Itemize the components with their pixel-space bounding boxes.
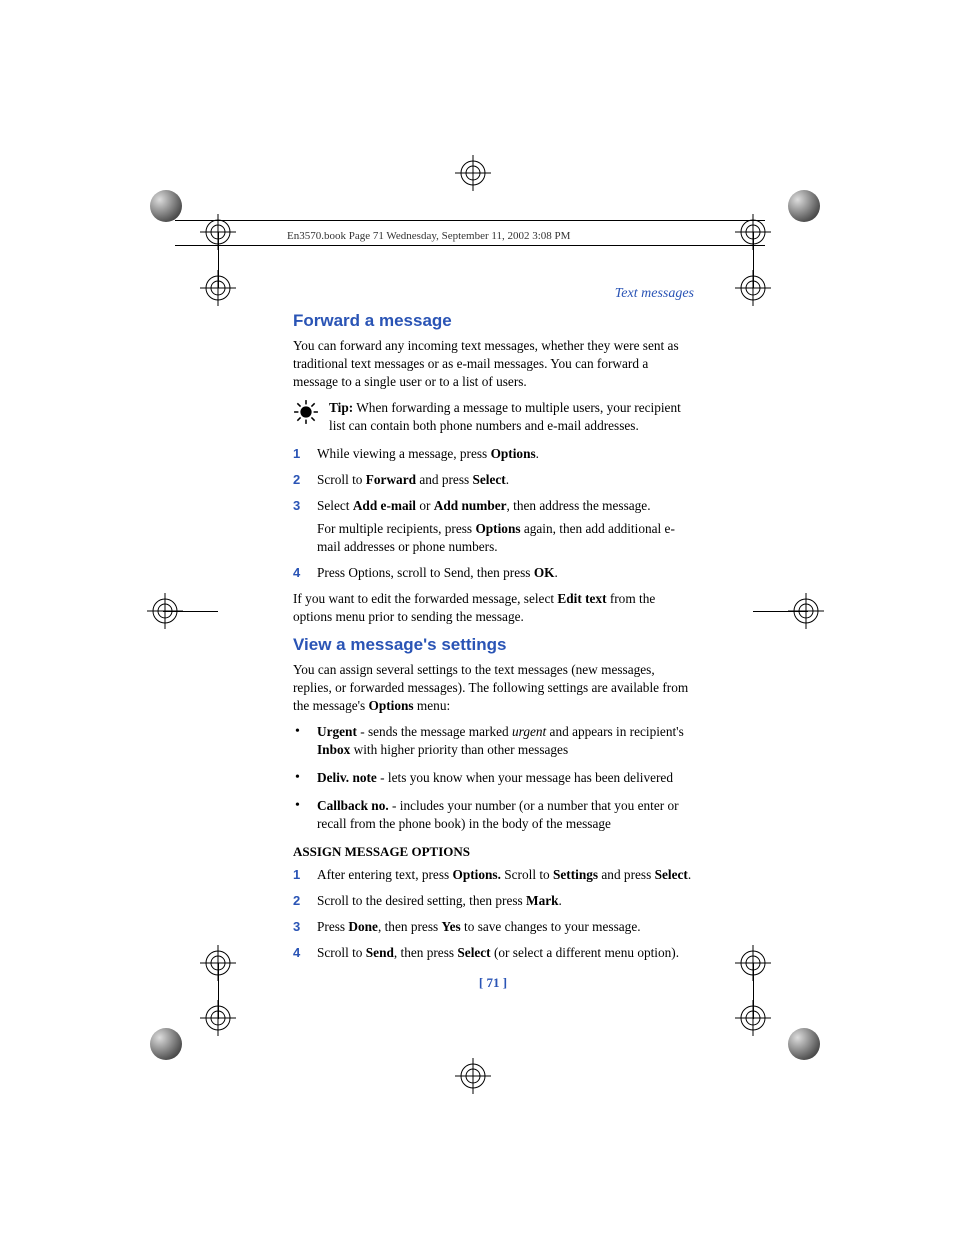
- crop-line: [218, 963, 219, 1019]
- step-number: 4: [293, 564, 300, 582]
- print-header-text: En3570.book Page 71 Wednesday, September…: [287, 230, 570, 242]
- step-number: 1: [293, 866, 300, 884]
- crop-line: [753, 232, 754, 288]
- page-content: Forward a message You can forward any in…: [293, 310, 693, 991]
- step-number: 2: [293, 892, 300, 910]
- forward-step-4: 4 Press Options, scroll to Send, then pr…: [293, 564, 693, 582]
- forward-intro: You can forward any incoming text messag…: [293, 337, 693, 391]
- forward-step-1: 1 While viewing a message, press Options…: [293, 445, 693, 463]
- header-rule-bottom: [175, 245, 765, 246]
- crop-sphere-icon: [788, 1028, 820, 1060]
- step-number: 3: [293, 497, 300, 515]
- registration-mark-icon: [455, 1058, 491, 1094]
- heading-forward: Forward a message: [293, 310, 693, 333]
- header-rule-top: [175, 220, 765, 221]
- registration-mark-icon: [455, 155, 491, 191]
- crop-line: [753, 963, 754, 1019]
- step-number: 1: [293, 445, 300, 463]
- tip-block: Tip: When forwarding a message to multip…: [293, 399, 693, 435]
- crop-sphere-icon: [150, 190, 182, 222]
- crop-sphere-icon: [150, 1028, 182, 1060]
- forward-step-3: 3 Select Add e-mail or Add number, then …: [293, 497, 693, 557]
- lightbulb-icon: [293, 399, 319, 425]
- tip-text: Tip: When forwarding a message to multip…: [329, 399, 693, 435]
- crop-line: [218, 232, 219, 288]
- crop-line: [753, 611, 808, 612]
- bullet-urgent: Urgent - sends the message marked urgent…: [293, 723, 693, 759]
- step-number: 2: [293, 471, 300, 489]
- crop-sphere-icon: [788, 190, 820, 222]
- page-number: [ 71 ]: [293, 974, 693, 992]
- tip-body: When forwarding a message to multiple us…: [329, 400, 681, 433]
- assign-step-2: 2 Scroll to the desired setting, then pr…: [293, 892, 693, 910]
- tip-label: Tip:: [329, 400, 353, 415]
- forward-tail: If you want to edit the forwarded messag…: [293, 590, 693, 626]
- assign-steps: 1 After entering text, press Options. Sc…: [293, 866, 693, 962]
- assign-step-3: 3 Press Done, then press Yes to save cha…: [293, 918, 693, 936]
- section-label: Text messages: [615, 286, 694, 302]
- assign-subhead: ASSIGN MESSAGE OPTIONS: [293, 843, 693, 861]
- crop-line: [163, 611, 218, 612]
- heading-view-settings: View a message's settings: [293, 634, 693, 657]
- view-intro: You can assign several settings to the t…: [293, 661, 693, 715]
- assign-step-4: 4 Scroll to Send, then press Select (or …: [293, 944, 693, 962]
- assign-step-1: 1 After entering text, press Options. Sc…: [293, 866, 693, 884]
- step-number: 4: [293, 944, 300, 962]
- bullet-callback-no: Callback no. - includes your number (or …: [293, 797, 693, 833]
- forward-steps: 1 While viewing a message, press Options…: [293, 445, 693, 583]
- settings-bullets: Urgent - sends the message marked urgent…: [293, 723, 693, 833]
- forward-step-2: 2 Scroll to Forward and press Select.: [293, 471, 693, 489]
- step-number: 3: [293, 918, 300, 936]
- bullet-deliv-note: Deliv. note - lets you know when your me…: [293, 769, 693, 787]
- forward-step-3-sub: For multiple recipients, press Options a…: [317, 520, 693, 556]
